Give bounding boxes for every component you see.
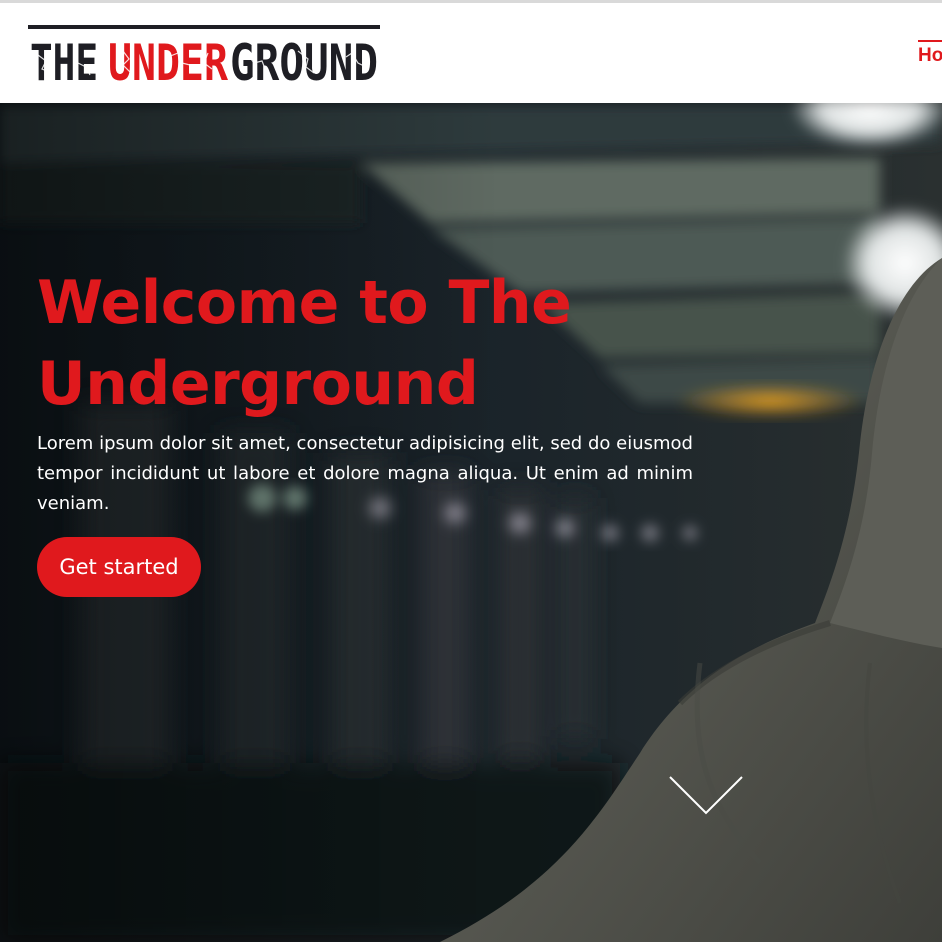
- logo-text-under: UNDER: [108, 34, 229, 83]
- site-header: THE UNDER GROUND Ho: [0, 3, 942, 103]
- hero-section: Welcome to The Underground Lorem ipsum d…: [0, 103, 942, 942]
- hero-title-line2: Underground: [37, 349, 479, 419]
- hero-title-line1: Welcome to The: [37, 268, 572, 338]
- get-started-button[interactable]: Get started: [37, 537, 201, 597]
- site-logo[interactable]: THE UNDER GROUND: [28, 25, 380, 83]
- hero-title: Welcome to The Underground: [37, 263, 657, 425]
- scroll-down-link[interactable]: [668, 775, 744, 817]
- logo-text-the: THE: [30, 34, 98, 83]
- hero-background-image: [0, 103, 942, 942]
- top-border: [0, 0, 942, 3]
- nav-link-home[interactable]: Ho: [918, 40, 942, 70]
- chevron-down-icon: [669, 776, 743, 815]
- hero-description: Lorem ipsum dolor sit amet, consectetur …: [37, 433, 693, 514]
